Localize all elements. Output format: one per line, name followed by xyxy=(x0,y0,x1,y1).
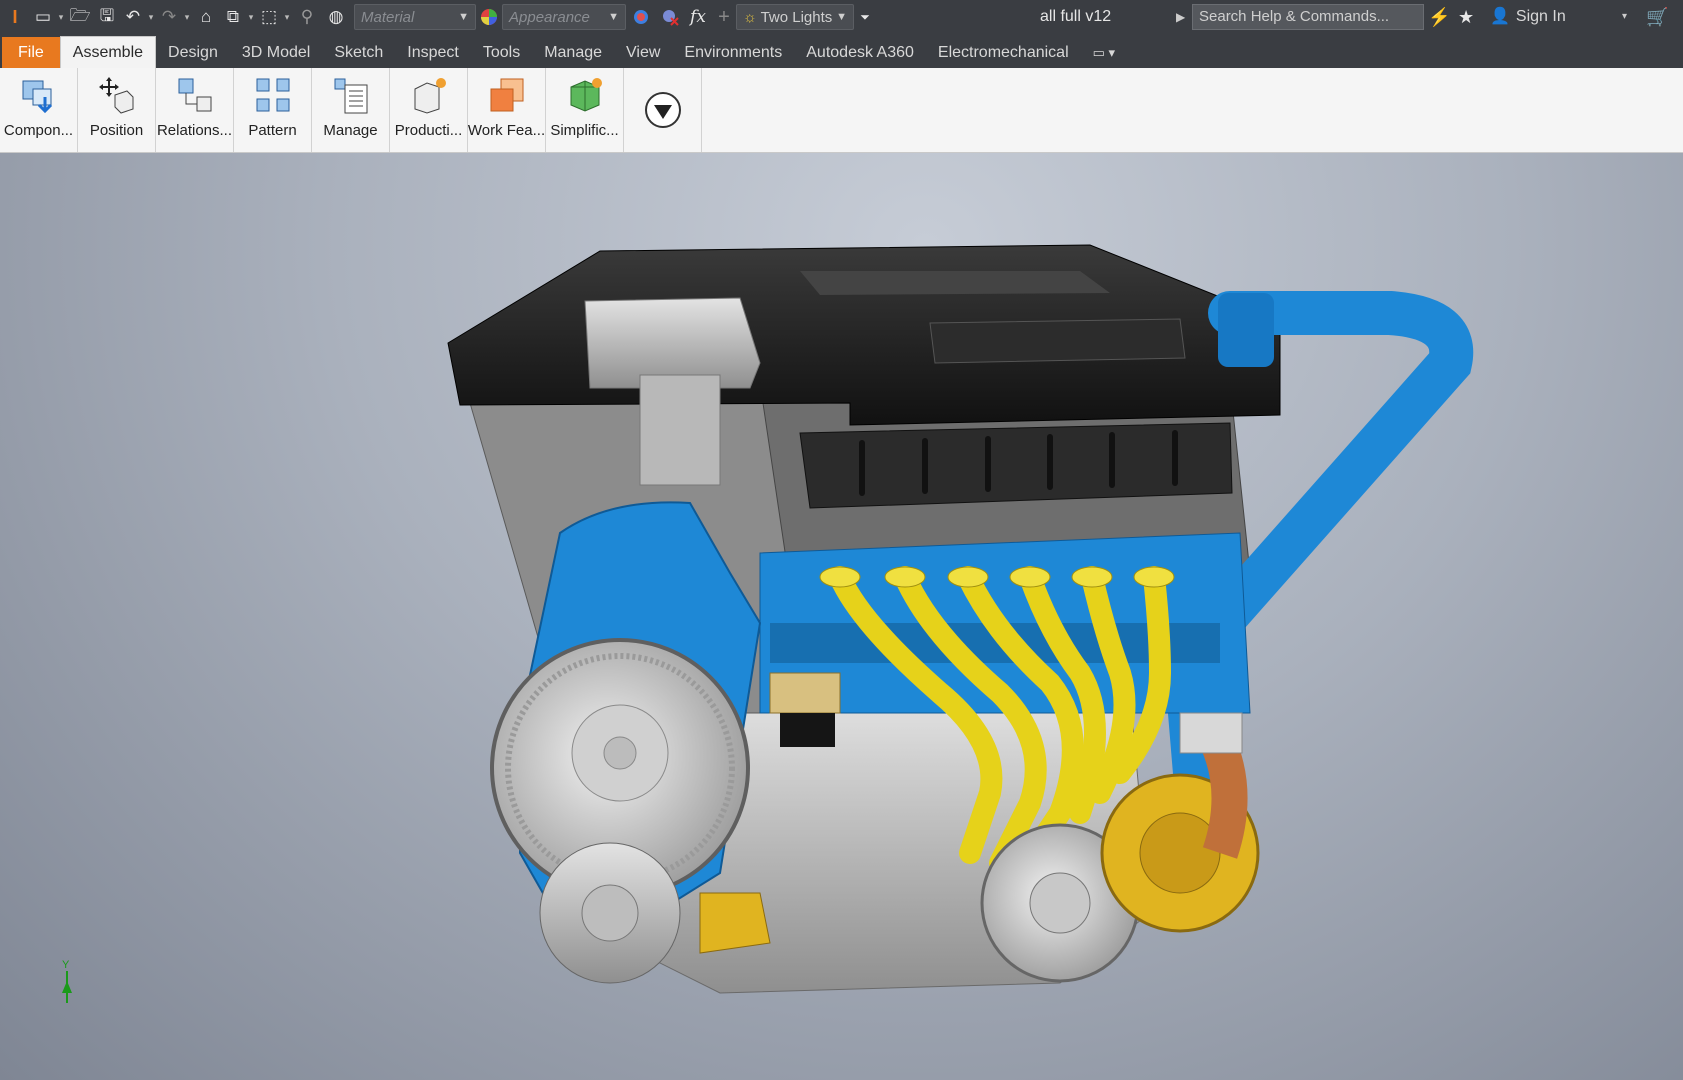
tab-inspect[interactable]: Inspect xyxy=(395,37,471,68)
manage-label: Manage xyxy=(323,122,378,139)
position-label: Position xyxy=(89,122,144,139)
bulb-icon: ☼ xyxy=(743,8,757,26)
account-dropdown-icon[interactable]: ▾ xyxy=(1622,0,1627,34)
tab-design[interactable]: Design xyxy=(156,37,230,68)
component-button[interactable]: Compon... xyxy=(0,68,78,152)
user-icon: 👤 xyxy=(1490,8,1510,25)
parameters-fx-icon[interactable]: fx xyxy=(684,0,712,34)
ribbon-panel: Compon... Position Relations... Pattern … xyxy=(0,68,1683,153)
tab-assemble[interactable]: Assemble xyxy=(59,36,157,68)
graphics-viewport[interactable]: Y xyxy=(0,153,1683,1080)
lighting-dropdown[interactable]: ☼ Two Lights ▼ xyxy=(736,4,854,30)
simplification-button[interactable]: Simplific... xyxy=(546,68,624,152)
view-triad[interactable]: Y xyxy=(60,959,74,1006)
favorites-star-icon[interactable]: ★ xyxy=(1458,0,1474,34)
tab-view[interactable]: View xyxy=(614,37,672,68)
tab-autodesk-a360[interactable]: Autodesk A360 xyxy=(794,37,926,68)
relationships-label: Relations... xyxy=(156,122,233,139)
plus-icon[interactable]: + xyxy=(712,0,736,34)
color-wheel-icon[interactable] xyxy=(476,0,502,34)
tab-manage[interactable]: Manage xyxy=(532,37,614,68)
undo-dropdown-icon[interactable]: ▾ xyxy=(146,0,156,34)
customize-dropdown-icon[interactable]: ⏷ xyxy=(854,0,876,34)
material-dropdown[interactable]: Material ▼ xyxy=(354,4,476,30)
redo-icon[interactable]: ↷ xyxy=(156,0,182,34)
productivity-icon xyxy=(405,68,453,122)
tab-file[interactable]: File xyxy=(2,37,60,68)
redo-dropdown-icon[interactable]: ▾ xyxy=(182,0,192,34)
adjust-appearance-icon[interactable] xyxy=(626,0,656,34)
expand-down-icon xyxy=(639,83,687,137)
sign-in-button[interactable]: 👤 Sign In xyxy=(1490,0,1566,34)
place-component-icon xyxy=(15,68,63,122)
material-value: Material xyxy=(361,8,415,26)
pattern-label: Pattern xyxy=(248,122,297,139)
appearance-value: Appearance xyxy=(509,8,590,26)
update-icon[interactable]: ⧉ xyxy=(220,0,246,34)
relationships-button[interactable]: Relations... xyxy=(156,68,234,152)
measure-icon[interactable]: ⚲ xyxy=(292,0,322,34)
work-features-label: Work Fea... xyxy=(467,122,546,139)
update-dropdown-icon[interactable]: ▾ xyxy=(246,0,256,34)
work-plane-icon xyxy=(483,68,531,122)
select-dropdown-icon[interactable]: ▾ xyxy=(282,0,292,34)
communication-center-icon[interactable]: ⚡ xyxy=(1428,0,1450,34)
constraint-icon xyxy=(171,68,219,122)
home-icon[interactable]: ⌂ xyxy=(192,0,220,34)
new-file-icon[interactable]: ▭ xyxy=(30,0,56,34)
position-button[interactable]: Position xyxy=(78,68,156,152)
chevron-down-icon: ▼ xyxy=(608,11,619,23)
search-expand-icon[interactable]: ▶ xyxy=(1176,0,1185,34)
productivity-button[interactable]: Producti... xyxy=(390,68,468,152)
tab-3d-model[interactable]: 3D Model xyxy=(230,37,322,68)
open-folder-icon[interactable]: 🗁 xyxy=(66,0,94,34)
chevron-down-icon: ▼ xyxy=(458,11,469,23)
lighting-value: Two Lights xyxy=(760,8,833,26)
manage-button[interactable]: Manage xyxy=(312,68,390,152)
appearance-dropdown[interactable]: Appearance ▼ xyxy=(502,4,626,30)
select-icon[interactable]: ⬚ xyxy=(256,0,282,34)
clear-appearance-icon[interactable] xyxy=(656,0,684,34)
cart-icon[interactable]: 🛒 xyxy=(1646,0,1668,34)
engine-assembly-model[interactable] xyxy=(0,153,1683,1080)
simplification-label: Simplific... xyxy=(550,122,619,139)
ribbon-tabs: File Assemble Design 3D Model Sketch Ins… xyxy=(0,34,1683,68)
bill-of-materials-icon xyxy=(327,68,375,122)
work-features-button[interactable]: Work Fea... xyxy=(468,68,546,152)
more-panels-button[interactable] xyxy=(624,68,702,152)
pattern-icon xyxy=(249,68,297,122)
tab-environments[interactable]: Environments xyxy=(672,37,794,68)
sign-in-label: Sign In xyxy=(1515,8,1566,25)
tab-electromechanical[interactable]: Electromechanical xyxy=(926,37,1081,68)
search-input[interactable]: Search Help & Commands... xyxy=(1192,4,1424,30)
component-label: Compon... xyxy=(3,122,74,139)
save-icon[interactable]: 🖫 xyxy=(94,0,120,34)
globe-icon[interactable]: ◍ xyxy=(322,0,350,34)
simplify-icon xyxy=(561,68,609,122)
productivity-label: Producti... xyxy=(394,122,463,139)
move-component-icon xyxy=(93,68,141,122)
tab-tools[interactable]: Tools xyxy=(471,37,532,68)
new-dropdown-icon[interactable]: ▾ xyxy=(56,0,66,34)
document-title: all full v12 xyxy=(1040,8,1112,25)
triad-y-label: Y xyxy=(62,959,70,971)
tab-sketch[interactable]: Sketch xyxy=(322,37,395,68)
inventor-app-icon[interactable]: I xyxy=(0,0,30,34)
undo-icon[interactable]: ↶ xyxy=(120,0,146,34)
panel-visibility-icon[interactable]: ▭ ▾ xyxy=(1081,37,1127,68)
chevron-down-icon: ▼ xyxy=(836,11,847,23)
pattern-button[interactable]: Pattern xyxy=(234,68,312,152)
